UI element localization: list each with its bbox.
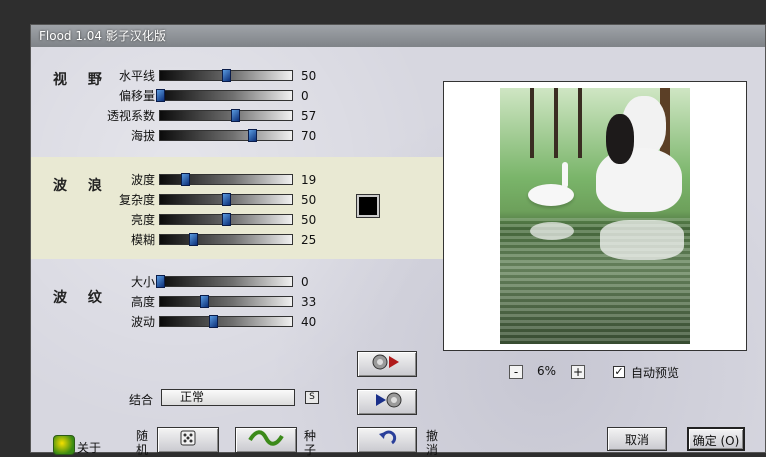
- dice-icon: [180, 430, 196, 446]
- view-slider[interactable]: [159, 69, 293, 82]
- blend-mode-dropdown[interactable]: 正常: [161, 389, 295, 406]
- view-row: 水平线 50: [31, 67, 361, 85]
- ripple-value: 0: [301, 275, 309, 289]
- wave-label: 亮度: [130, 213, 155, 227]
- preview-back-button[interactable]: [357, 389, 417, 415]
- view-slider-thumb[interactable]: [222, 69, 231, 82]
- wave-row: 模糊 25: [31, 231, 361, 249]
- preview-panel: [443, 81, 747, 351]
- view-slider-thumb[interactable]: [231, 109, 241, 122]
- ripple-row: 大小 0: [31, 273, 361, 291]
- preview-forward-button[interactable]: [357, 351, 417, 377]
- blend-label: 结合: [129, 393, 154, 407]
- wave-icon: [248, 430, 284, 446]
- wave-slider-thumb[interactable]: [189, 233, 198, 246]
- dialog-content: 视 野 水平线 50 偏移量 0 透视系数 57 海拔 70 波 浪 波度 19 复杂度 50 亮度 5…: [31, 47, 765, 457]
- view-label: 偏移量: [118, 89, 155, 103]
- blend-mode-button[interactable]: S: [305, 391, 319, 404]
- view-label: 透视系数: [106, 109, 155, 123]
- wave-slider[interactable]: [159, 173, 293, 186]
- view-row: 透视系数 57: [31, 107, 361, 125]
- wave-label: 模糊: [130, 233, 155, 247]
- seed-button[interactable]: [235, 427, 297, 453]
- zoom-in-button[interactable]: +: [571, 365, 585, 379]
- play-back-icon: [376, 392, 402, 408]
- window-title: Flood 1.04 影子汉化版: [31, 25, 765, 47]
- ripple-slider-thumb[interactable]: [199, 295, 209, 308]
- ripple-label: 大小: [130, 275, 155, 289]
- ripple-label: 高度: [130, 295, 155, 309]
- view-slider[interactable]: [159, 129, 293, 142]
- undo-icon: [379, 430, 397, 445]
- ripple-row: 波动 40: [31, 313, 361, 331]
- ripple-value: 40: [301, 315, 317, 329]
- ripple-row: 高度 33: [31, 293, 361, 311]
- ripple-slider[interactable]: [156, 275, 293, 288]
- wave-slider-thumb[interactable]: [222, 213, 231, 226]
- wave-value: 50: [301, 193, 317, 207]
- view-value: 70: [301, 129, 317, 143]
- wave-value: 50: [301, 213, 317, 227]
- wave-row: 复杂度 50: [31, 191, 361, 209]
- preview-image: [500, 88, 690, 344]
- auto-preview-label: 自动预览: [631, 366, 680, 380]
- view-slider-thumb[interactable]: [156, 89, 165, 102]
- wave-slider-thumb[interactable]: [222, 193, 231, 206]
- view-slider-thumb[interactable]: [248, 129, 258, 142]
- view-value: 0: [301, 89, 309, 103]
- view-value: 57: [301, 109, 317, 123]
- zoom-out-button[interactable]: -: [509, 365, 523, 379]
- view-label: 海拔: [130, 129, 155, 143]
- auto-preview-checkbox[interactable]: ✓: [613, 366, 625, 378]
- wave-slider-thumb[interactable]: [181, 173, 191, 186]
- about-label[interactable]: 关于: [77, 439, 101, 456]
- ripple-slider[interactable]: [159, 315, 293, 328]
- wave-value: 19: [301, 173, 317, 187]
- view-label: 水平线: [118, 69, 155, 83]
- wave-value: 25: [301, 233, 317, 247]
- wave-row: 波度 19: [31, 171, 361, 189]
- view-row: 海拔 70: [31, 127, 361, 145]
- wave-label: 波度: [130, 173, 155, 187]
- wave-slider[interactable]: [159, 193, 293, 206]
- ripple-slider-thumb[interactable]: [156, 275, 165, 288]
- view-value: 50: [301, 69, 317, 83]
- wave-slider[interactable]: [159, 233, 293, 246]
- view-slider[interactable]: [156, 89, 293, 102]
- wave-slider[interactable]: [159, 213, 293, 226]
- view-row: 偏移量 0: [31, 87, 361, 105]
- zoom-level: 6%: [537, 364, 557, 378]
- flood-logo-icon[interactable]: [53, 435, 75, 455]
- ripple-value: 33: [301, 295, 317, 309]
- ripple-slider-thumb[interactable]: [208, 315, 218, 328]
- ripple-label: 波动: [130, 315, 155, 329]
- undo-button[interactable]: [357, 427, 417, 453]
- wave-label: 复杂度: [118, 193, 155, 207]
- play-forward-icon: [372, 354, 399, 370]
- view-slider[interactable]: [159, 109, 293, 122]
- ok-button[interactable]: 确定 (O): [687, 427, 745, 451]
- ripple-slider[interactable]: [159, 295, 293, 308]
- random-button[interactable]: [157, 427, 219, 453]
- wave-row: 亮度 50: [31, 211, 361, 229]
- cancel-button[interactable]: 取消: [607, 427, 667, 451]
- wave-color-swatch[interactable]: [356, 194, 380, 218]
- flood-dialog: Flood 1.04 影子汉化版 视 野 水平线 50 偏移量 0 透视系数 57 海拔 70…: [30, 24, 766, 457]
